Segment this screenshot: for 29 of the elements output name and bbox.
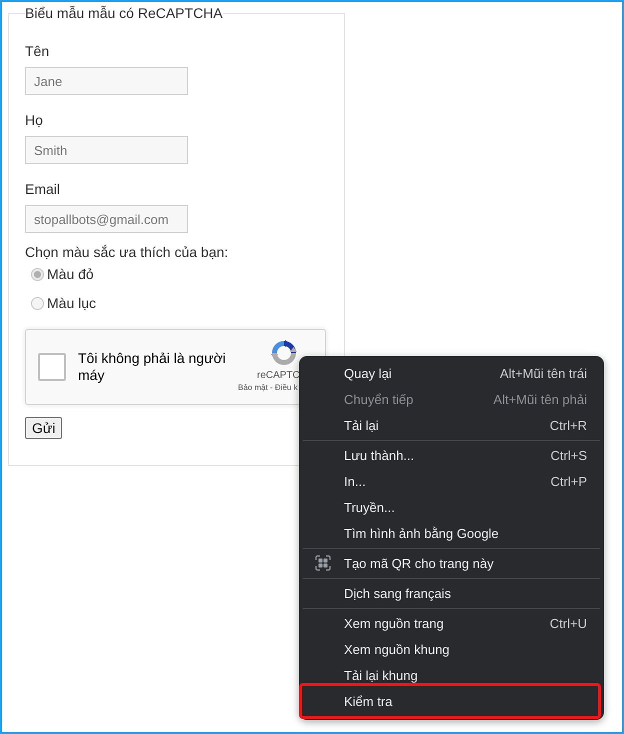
question-label: Chọn màu sắc ưa thích của bạn: [25,243,228,262]
keyboard-shortcut: Alt+Mũi tên trái [500,366,587,380]
menu-item[interactable]: Dịch sang français [299,580,604,606]
menu-item[interactable]: Tìm hình ảnh bằng Google [299,520,604,546]
menu-item[interactable]: Tải lại Ctrl+R [299,412,604,438]
keyboard-shortcut: Alt+Mũi tên phải [493,392,587,406]
field-label: Họ [25,111,43,130]
privacy-terms-link[interactable]: Bảo mật - Điều k [238,383,298,393]
keyboard-shortcut: Ctrl+S [550,448,587,462]
captcha-checkbox[interactable] [38,353,66,381]
keyboard-shortcut: Ctrl+R [550,418,587,432]
menu-item[interactable]: Kiểm tra [299,683,601,719]
brand-label: reCAPTC [257,370,300,382]
menu-item[interactable]: Quay lại Alt+Mũi tên trái [299,360,604,386]
field-label: Email [25,180,60,199]
menu-item[interactable]: Xem nguồn trang Ctrl+U [299,610,604,636]
menu-item[interactable]: Xem nguồn khung [299,636,604,662]
keyboard-shortcut: Ctrl+P [550,474,587,488]
field-label: Tên [25,42,50,61]
submit-button[interactable]: Gửi [25,417,62,439]
menu-item[interactable]: Lưu thành... Ctrl+S [299,442,604,468]
menu-item[interactable]: Tạo mã QR cho trang này [299,550,604,576]
menu-item[interactable]: In... Ctrl+P [299,468,604,494]
captcha-label: Tôi không phải là người máy [78,350,227,384]
qr-code-icon [315,555,331,571]
keyboard-shortcut: Ctrl+U [550,616,587,630]
form-title: Biểu mẫu mẫu có ReCAPTCHA [25,5,223,21]
menu-item[interactable]: Truyền... [299,494,604,520]
circular-arrows-icon [271,340,297,366]
